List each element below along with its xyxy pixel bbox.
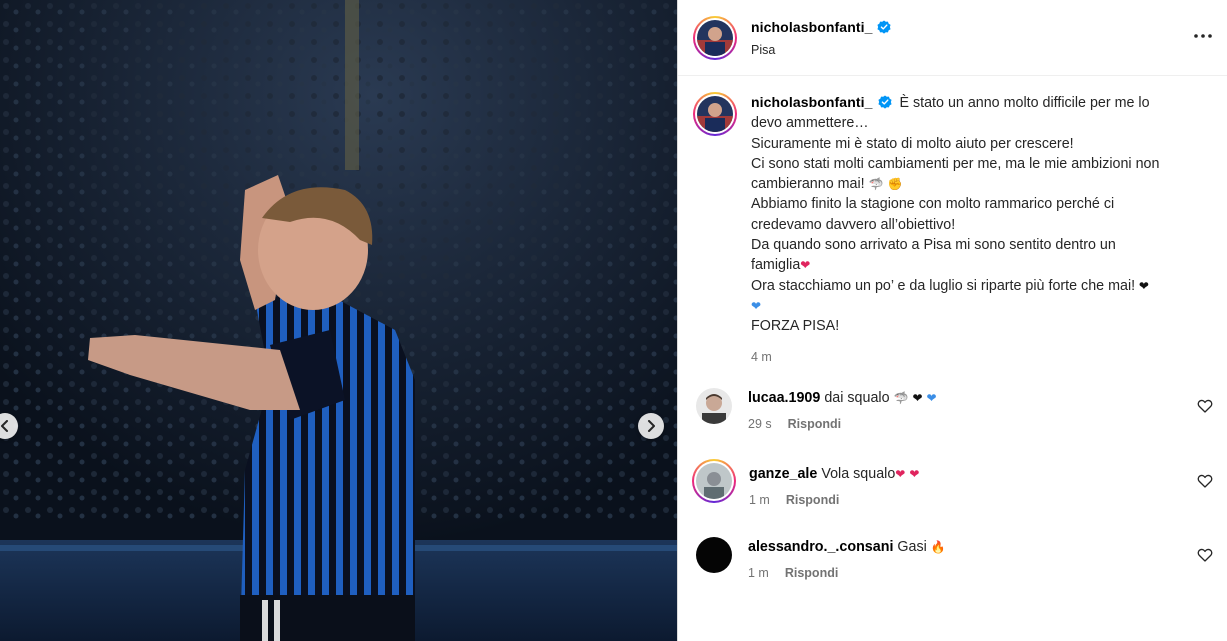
shark-emoji-icon: 🦈 <box>893 391 909 405</box>
more-options-button[interactable] <box>1191 24 1215 48</box>
post-dialog: nicholasbonfanti_ Pisa nicholasbonfanti_… <box>0 0 1227 641</box>
black-heart-emoji-icon: ❤ <box>1135 278 1149 293</box>
post-location[interactable]: Pisa <box>751 43 891 57</box>
photo-image <box>0 0 677 641</box>
author-avatar[interactable] <box>693 15 737 60</box>
comment-timestamp[interactable]: 29 s <box>748 417 772 431</box>
verified-badge-icon <box>878 95 893 109</box>
reply-button[interactable]: Rispondi <box>788 417 841 431</box>
caption-text-line-5: Abbiamo finito la stagione con molto ram… <box>751 196 1115 213</box>
comment-timestamp[interactable]: 1 m <box>748 566 769 580</box>
commenter-avatar[interactable] <box>692 459 736 503</box>
post-caption: nicholasbonfanti_ È stato un anno molto … <box>678 76 1227 367</box>
caption-text-line-2: Sicuramente mi è stato di molto aiuto pe… <box>751 135 1074 152</box>
heart-outline-icon[interactable] <box>1197 473 1213 489</box>
comment-username[interactable]: ganze_ale <box>749 466 817 482</box>
comment-item: ganze_ale Vola squalo❤ ❤ 1 m Rispondi <box>692 459 1213 507</box>
red-heart-emoji-icon: ❤ <box>800 258 811 273</box>
black-heart-emoji-icon: ❤ <box>912 391 923 405</box>
comment-text: Vola squalo <box>821 466 896 482</box>
comment-username[interactable]: alessandro._.consani <box>748 539 893 555</box>
caption-text-line-4-text: cambieranno mai! <box>751 176 869 193</box>
caption-username-text[interactable]: nicholasbonfanti_ <box>751 94 873 110</box>
comment-timestamp[interactable]: 1 m <box>749 493 770 507</box>
post-header: nicholasbonfanti_ Pisa <box>678 0 1227 76</box>
caption-text-line-7: Da quando sono arrivato a Pisa mi sono s… <box>751 237 1116 254</box>
author-username[interactable]: nicholasbonfanti_ <box>751 19 873 35</box>
chevron-right-icon <box>648 420 655 432</box>
shark-emoji-icon: 🦈 <box>868 177 884 192</box>
caption-username[interactable]: nicholasbonfanti_ <box>751 94 873 110</box>
red-heart-emoji-icon: ❤ <box>895 467 906 481</box>
fist-emoji-icon: ✊ <box>887 177 903 192</box>
blue-heart-emoji-icon: ❤ <box>926 391 937 405</box>
reply-button[interactable]: Rispondi <box>785 566 838 580</box>
comment-item: alessandro._.consani Gasi 🔥 1 m Rispondi <box>693 537 1213 580</box>
next-photo-button[interactable] <box>638 413 664 439</box>
caption-timestamp[interactable]: 4 m <box>751 347 1211 367</box>
blue-heart-emoji-icon: ❤ <box>751 298 762 313</box>
caption-text-line-6: credevamo davvero all’obiettivo! <box>751 216 956 233</box>
commenter-avatar[interactable] <box>696 537 732 573</box>
comment-username[interactable]: lucaa.1909 <box>748 390 820 406</box>
comment-item: lucaa.1909 dai squalo 🦈 ❤ ❤ 29 s Rispondi <box>693 388 1213 431</box>
post-side-panel: nicholasbonfanti_ Pisa nicholasbonfanti_… <box>677 0 1227 641</box>
caption-text-line-9-text: Ora stacchiamo un po’ e da luglio si rip… <box>751 277 1136 294</box>
heart-outline-icon[interactable] <box>1197 547 1213 563</box>
comment-text: dai squalo <box>824 390 894 406</box>
verified-badge-icon <box>876 19 891 34</box>
post-photo <box>0 0 677 641</box>
red-heart-emoji-icon: ❤ <box>909 467 920 481</box>
caption-text-line-0: È stato un anno molto difficile per me l… <box>899 95 1150 111</box>
commenter-avatar[interactable] <box>696 388 732 424</box>
caption-text-line-9: Ora stacchiamo un po’ e da luglio si rip… <box>751 276 1211 296</box>
comment-text: Gasi <box>897 539 931 555</box>
heart-outline-icon[interactable] <box>1197 398 1213 414</box>
more-options-icon <box>1194 34 1212 38</box>
caption-author-avatar[interactable] <box>693 92 737 136</box>
caption-text-line-8: famiglia❤ <box>751 255 1211 275</box>
chevron-left-icon <box>1 420 8 432</box>
caption-text-line-11: FORZA PISA! <box>751 318 840 335</box>
fire-emoji-icon: 🔥 <box>930 540 946 554</box>
caption-text-line-8-text: famiglia <box>751 257 801 274</box>
caption-text-line-1: devo ammettere… <box>751 115 869 132</box>
caption-text-line-4: cambieranno mai! 🦈 ✊ <box>751 174 1211 194</box>
caption-text-line-10: ❤ <box>751 296 1211 316</box>
reply-button[interactable]: Rispondi <box>786 493 839 507</box>
caption-text-line-3: Ci sono stati molti cambiamenti per me, … <box>751 155 1160 172</box>
